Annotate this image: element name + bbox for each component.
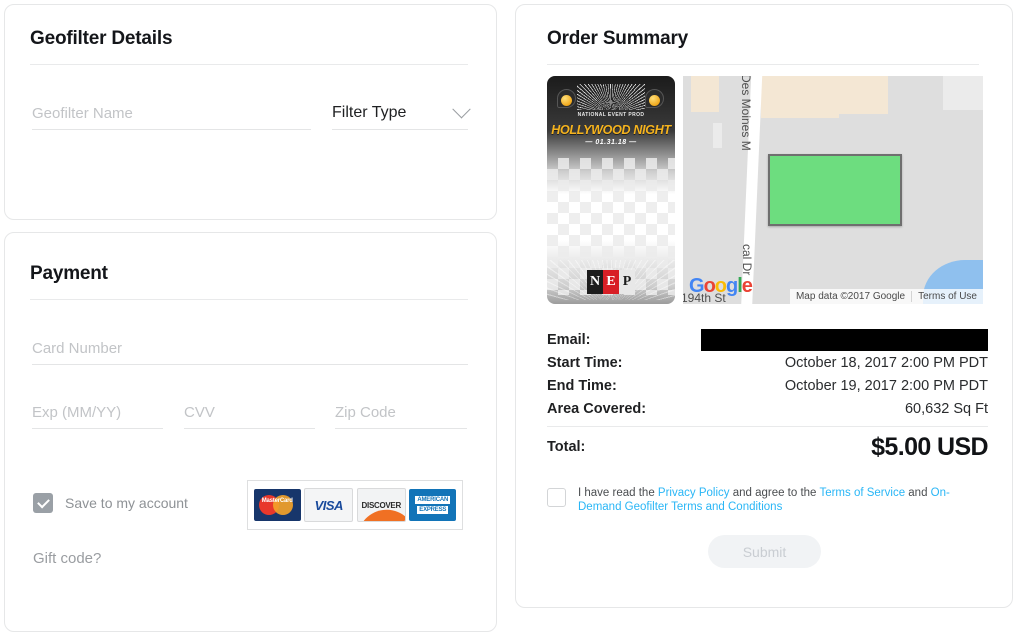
card-expiry-placeholder: Exp (MM/YY) (32, 403, 122, 421)
order-summary-title: Order Summary (547, 28, 689, 49)
terms-agreement-text: I have read the Privacy Policy and agree… (578, 487, 988, 514)
terms-text-3: and (905, 487, 931, 499)
light-rays-decoration (577, 84, 645, 110)
privacy-policy-link[interactable]: Privacy Policy (658, 487, 730, 499)
detail-row-area-covered: Area Covered: 60,632 Sq Ft (547, 397, 988, 420)
map-parcel (943, 76, 983, 110)
amex-label-line1: AMERICAN (415, 496, 451, 504)
start-time-value: October 18, 2017 2:00 PM PDT (784, 354, 988, 371)
map-building (761, 112, 839, 118)
submit-button[interactable]: Submit (708, 535, 821, 568)
map-data-attribution: Map data ©2017 Google (795, 291, 906, 302)
save-to-account-label: Save to my account (65, 495, 188, 511)
geofilter-name-placeholder: Geofilter Name (32, 104, 133, 122)
spotlight-left-icon (557, 89, 577, 111)
filter-type-select[interactable]: Filter Type (332, 97, 471, 130)
terms-text-2: and agree to the (729, 487, 820, 499)
mastercard-icon: MasterCard (253, 489, 301, 521)
payment-title: Payment (30, 263, 108, 284)
email-value-redacted (701, 328, 988, 351)
mastercard-label: MasterCard (261, 498, 293, 504)
discover-icon: DISCOVER (356, 488, 406, 522)
card-cvv-placeholder: CVV (184, 403, 215, 421)
nep-logo-letter-e: E (603, 270, 619, 294)
card-number-placeholder: Card Number (32, 339, 123, 357)
preview-subtitle: NATIONAL EVENT PROD (577, 112, 645, 118)
accepted-card-logos: MasterCard VISA DISCOVER AMERICAN EXPRES… (247, 480, 463, 530)
chevron-down-icon (452, 99, 471, 118)
total-label: Total: (547, 439, 586, 455)
payment-title-divider (30, 299, 468, 300)
card-number-input[interactable]: Card Number (32, 332, 468, 365)
map-terms-of-use-link[interactable]: Terms of Use (911, 291, 983, 302)
map-parcel (713, 123, 722, 148)
start-time-label: Start Time: (547, 354, 623, 371)
card-expiry-input[interactable]: Exp (MM/YY) (32, 396, 163, 429)
map-building (691, 76, 719, 112)
terms-agreement-row[interactable]: I have read the Privacy Policy and agree… (547, 487, 988, 514)
detail-row-start-time: Start Time: October 18, 2017 2:00 PM PDT (547, 351, 988, 374)
google-logo: Google (689, 275, 753, 297)
check-icon (36, 495, 50, 508)
save-to-account-row[interactable]: Save to my account (33, 493, 188, 513)
save-to-account-checkbox[interactable] (33, 493, 53, 513)
map-building (761, 76, 888, 114)
email-label: Email: (547, 331, 591, 348)
map-street-label: cal Dr (740, 244, 754, 276)
nep-logo: N E P (587, 270, 635, 294)
amex-icon: AMERICAN EXPRESS (409, 489, 457, 521)
spotlight-right-icon (645, 89, 665, 111)
map-preview[interactable]: Des Moines M cal Dr 194th St Google Map … (683, 76, 983, 304)
card-zip-placeholder: Zip Code (335, 403, 396, 421)
area-covered-value: 60,632 Sq Ft (904, 400, 988, 417)
preview-date: 01.31.18 (547, 139, 675, 146)
total-divider (547, 426, 988, 427)
total-value: $5.00 USD (871, 432, 988, 461)
card-cvv-input[interactable]: CVV (184, 396, 315, 429)
amex-label-line2: EXPRESS (417, 506, 449, 514)
geofence-selection-area[interactable] (768, 154, 902, 226)
order-summary-title-divider (547, 64, 979, 65)
detail-row-email: Email: (547, 328, 988, 351)
discover-label: DISCOVER (361, 500, 402, 510)
map-attribution-bar: Map data ©2017 Google Terms of Use (789, 289, 983, 304)
map-street-label: Des Moines M (739, 76, 753, 151)
filter-type-label: Filter Type (332, 104, 407, 121)
detail-row-end-time: End Time: October 19, 2017 2:00 PM PDT (547, 374, 988, 397)
terms-text-1: I have read the (578, 487, 658, 499)
area-covered-label: Area Covered: (547, 400, 647, 417)
order-details-list: Email: Start Time: October 18, 2017 2:00… (547, 328, 989, 463)
geofilter-name-input[interactable]: Geofilter Name (32, 97, 311, 130)
terms-agreement-checkbox[interactable] (547, 488, 566, 507)
visa-icon: VISA (304, 488, 354, 522)
payment-panel (4, 232, 497, 632)
terms-of-service-link[interactable]: Terms of Service (819, 487, 905, 499)
nep-logo-letter-n: N (587, 270, 603, 294)
gift-code-link[interactable]: Gift code? (33, 550, 101, 567)
detail-row-total: Total: $5.00 USD (547, 431, 989, 463)
geofilter-details-title: Geofilter Details (30, 28, 173, 49)
preview-headline: HOLLYWOOD NIGHT (551, 123, 671, 137)
nep-logo-letter-p: P (619, 270, 635, 294)
geofilter-artwork-preview: NATIONAL EVENT PROD HOLLYWOOD NIGHT 01.3… (547, 76, 675, 304)
visa-label: VISA (314, 497, 344, 513)
end-time-label: End Time: (547, 377, 617, 394)
end-time-value: October 19, 2017 2:00 PM PDT (784, 377, 988, 394)
card-zip-input[interactable]: Zip Code (335, 396, 467, 429)
geofilter-title-divider (30, 64, 468, 65)
